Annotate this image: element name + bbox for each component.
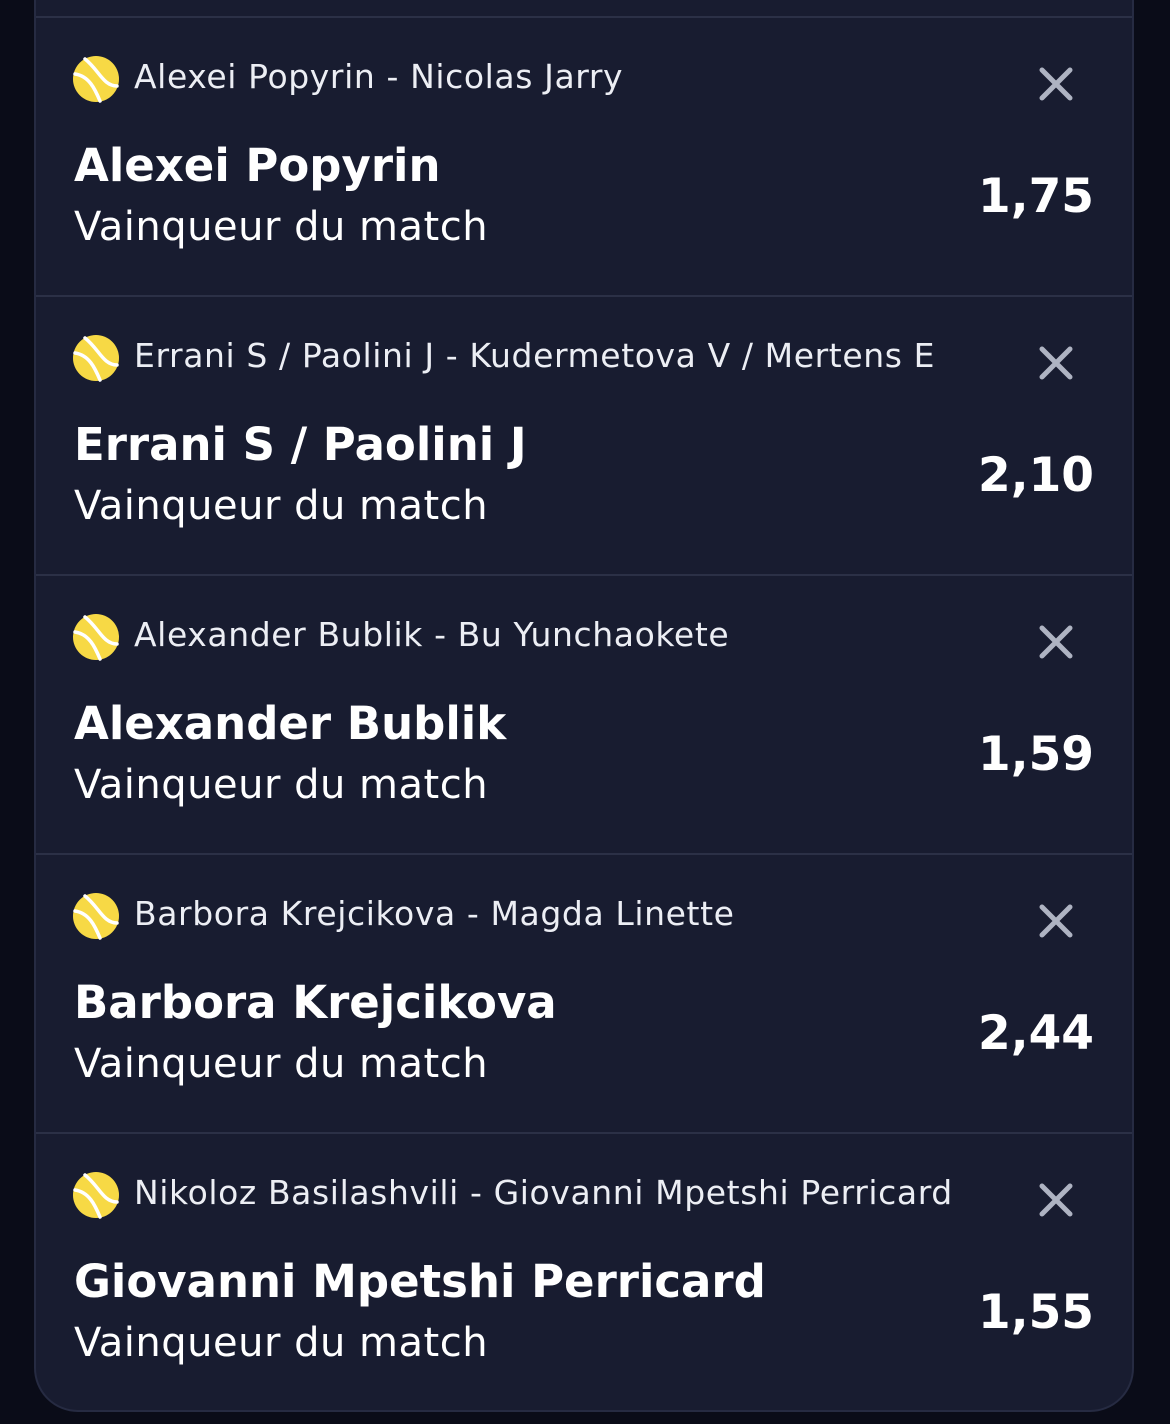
- tennis-ball-icon: [73, 335, 119, 382]
- close-icon[interactable]: [1036, 622, 1076, 662]
- odds-value: 1,75: [978, 169, 1094, 224]
- close-icon[interactable]: [1036, 343, 1076, 383]
- odds-value: 1,59: [978, 727, 1094, 782]
- tennis-ball-icon: [73, 56, 119, 103]
- tennis-ball-icon: [73, 893, 119, 940]
- market-name: Vainqueur du match: [74, 1320, 489, 1366]
- selection-name: Alexander Bublik: [74, 697, 507, 750]
- selection-name: Giovanni Mpetshi Perricard: [74, 1255, 766, 1308]
- event-name: Barbora Krejcikova - Magda Linette: [134, 894, 735, 933]
- close-icon[interactable]: [1036, 901, 1076, 941]
- odds-value: 2,44: [978, 1006, 1094, 1061]
- event-name: Errani S / Paolini J - Kudermetova V / M…: [134, 336, 936, 375]
- tennis-ball-icon: [73, 614, 119, 661]
- selection-name: Errani S / Paolini J: [74, 418, 527, 471]
- market-name: Vainqueur du match: [74, 762, 489, 808]
- close-icon[interactable]: [1036, 64, 1076, 104]
- bet-item[interactable]: Errani S / Paolini J - Kudermetova V / M…: [36, 295, 1132, 574]
- tennis-ball-icon: [73, 1172, 119, 1219]
- bet-item[interactable]: Nikoloz Basilashvili - Giovanni Mpetshi …: [36, 1132, 1132, 1410]
- odds-value: 1,55: [978, 1285, 1094, 1340]
- bet-item[interactable]: Alexander Bublik - Bu Yunchaokete Alexan…: [36, 574, 1132, 853]
- market-name: Vainqueur du match: [74, 1041, 489, 1087]
- selection-name: Alexei Popyrin: [74, 139, 441, 192]
- bet-item[interactable]: Alexei Popyrin - Nicolas Jarry Alexei Po…: [36, 16, 1132, 295]
- event-name: Nikoloz Basilashvili - Giovanni Mpetshi …: [134, 1173, 953, 1212]
- close-icon[interactable]: [1036, 1180, 1076, 1220]
- bet-item[interactable]: Barbora Krejcikova - Magda Linette Barbo…: [36, 853, 1132, 1132]
- market-name: Vainqueur du match: [74, 483, 489, 529]
- selection-name: Barbora Krejcikova: [74, 976, 557, 1029]
- bet-slip-panel: Alexei Popyrin - Nicolas Jarry Alexei Po…: [34, 0, 1134, 1412]
- market-name: Vainqueur du match: [74, 204, 489, 250]
- odds-value: 2,10: [978, 448, 1094, 503]
- event-name: Alexander Bublik - Bu Yunchaokete: [134, 615, 730, 654]
- event-name: Alexei Popyrin - Nicolas Jarry: [134, 57, 624, 96]
